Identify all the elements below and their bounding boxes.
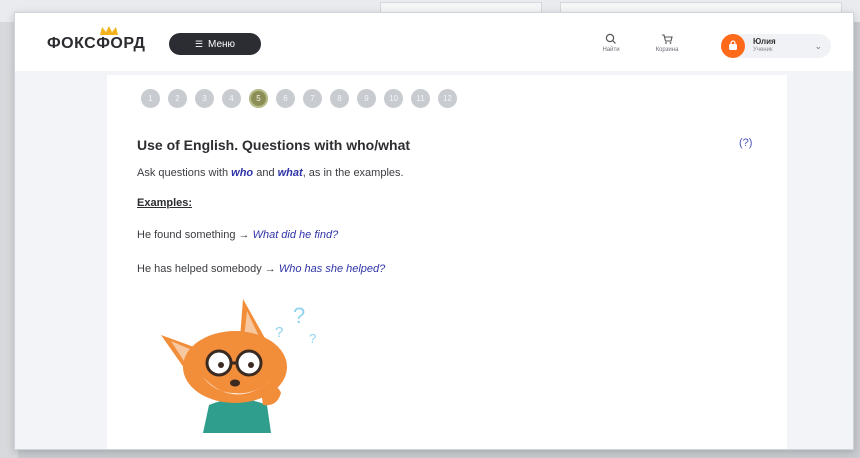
arrow: → — [261, 263, 279, 275]
step-1[interactable]: 1 — [141, 89, 160, 108]
step-8[interactable]: 8 — [330, 89, 349, 108]
step-11[interactable]: 11 — [411, 89, 430, 108]
fox-mascot-illustration: ? ? ? — [161, 299, 316, 433]
example-sentence: He has helped somebody — [137, 263, 262, 275]
search-label: Найти — [602, 47, 620, 53]
examples-heading: Examples: — [137, 197, 193, 209]
step-navigation: 1 2 3 4 5 6 7 8 9 10 11 12 — [141, 89, 457, 108]
search-icon — [605, 33, 616, 44]
svg-text:?: ? — [293, 303, 305, 328]
app-window: ФОКСФОРД ☰ Меню Найти Корзина Юлия Учени… — [14, 12, 854, 450]
avatar — [721, 34, 745, 58]
menu-button[interactable]: ☰ Меню — [169, 33, 261, 55]
menu-icon: ☰ — [194, 38, 204, 49]
instruction-and: and — [253, 167, 278, 179]
cart-label: Корзина — [655, 47, 679, 53]
svg-text:?: ? — [275, 324, 283, 341]
logo[interactable]: ФОКСФОРД — [47, 35, 145, 53]
task-card: 1 2 3 4 5 6 7 8 9 10 11 12 Use of English. Question… — [107, 75, 787, 449]
user-menu[interactable]: Юлия Ученик ⌄ — [721, 34, 831, 58]
task-instruction: Ask questions with who and what, as in t… — [137, 167, 404, 179]
user-name: Юлия — [753, 37, 776, 46]
help-link[interactable]: (?) — [739, 137, 752, 149]
instruction-post: , as in the examples. — [302, 167, 404, 179]
cart-icon — [662, 34, 673, 44]
cart-button[interactable]: Корзина — [645, 33, 689, 53]
menu-button-label: Меню — [208, 38, 236, 50]
top-header: ФОКСФОРД ☰ Меню Найти Корзина Юлия Учени… — [15, 13, 853, 71]
step-12[interactable]: 12 — [438, 89, 457, 108]
instruction-who: who — [231, 167, 254, 179]
step-9[interactable]: 9 — [357, 89, 376, 108]
step-10[interactable]: 10 — [384, 89, 403, 108]
step-5[interactable]: 5 — [249, 89, 268, 108]
step-2[interactable]: 2 — [168, 89, 187, 108]
step-7[interactable]: 7 — [303, 89, 322, 108]
step-3[interactable]: 3 — [195, 89, 214, 108]
example-sentence: He found something — [137, 229, 236, 241]
instruction-text: Ask questions with — [137, 167, 232, 179]
step-6[interactable]: 6 — [276, 89, 295, 108]
example-answer: Who has she helped? — [278, 263, 386, 275]
svg-text:?: ? — [309, 331, 316, 346]
instruction-what: what — [277, 167, 303, 179]
example-1: He found something → What did he find? — [137, 229, 338, 241]
step-4[interactable]: 4 — [222, 89, 241, 108]
task-title: Use of English. Questions with who/what — [137, 137, 411, 153]
example-answer: What did he find? — [252, 229, 339, 241]
search-button[interactable]: Найти — [589, 33, 633, 53]
example-2: He has helped somebody → Who has she hel… — [137, 263, 385, 275]
user-avatar-icon — [729, 40, 737, 50]
arrow: → — [235, 229, 253, 241]
chevron-down-icon: ⌄ — [814, 40, 822, 51]
user-role: Ученик — [753, 47, 773, 53]
